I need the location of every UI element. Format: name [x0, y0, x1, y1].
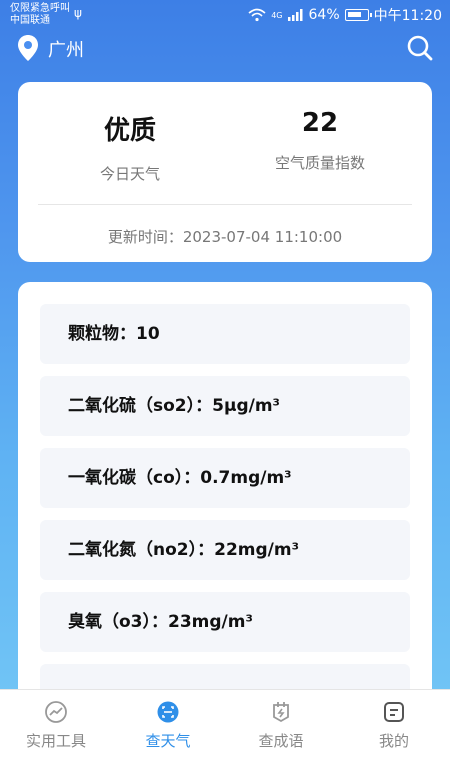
usb-icon: ψ [74, 6, 82, 20]
tab-label: 实用工具 [25, 732, 86, 750]
tab-weather[interactable]: 查天气 [112, 690, 224, 760]
pollutant-list: 颗粒物：10 二氧化硫（so2）：5μg/m³ 一氧化碳（co）：0.7mg/m… [18, 282, 432, 702]
list-item: 二氧化氮（no2）：22mg/m³ [40, 520, 410, 580]
profile-icon [384, 702, 404, 722]
chart-icon [45, 701, 67, 723]
city-name[interactable]: 广州 [48, 36, 84, 62]
list-item: 一氧化碳（co）：0.7mg/m³ [40, 448, 410, 508]
emergency-text: 仅限紧急呼叫 [10, 3, 70, 14]
aqi-label: 空气质量指数 [274, 154, 365, 172]
bottom-tab-bar: 实用工具 查天气 查成语 我的 [0, 689, 450, 760]
list-item: 颗粒物：10 [40, 304, 410, 364]
status-icons: 4G 64% 中午11:20 [248, 5, 442, 25]
tab-label: 我的 [378, 732, 409, 750]
status-bar: 仅限紧急呼叫 中国联通 ψ 4G 64% 中午11:20 [0, 0, 450, 30]
carrier-name: 中国联通 [10, 15, 50, 26]
tab-idiom[interactable]: 查成语 [225, 690, 337, 760]
quality-stat: 优质 今日天气 [30, 82, 230, 184]
list-item: 臭氧（o3）：23mg/m³ [40, 592, 410, 652]
search-icon[interactable] [406, 34, 434, 62]
quality-label: 今日天气 [99, 165, 160, 183]
quality-value: 优质 [103, 116, 156, 146]
tab-label: 查天气 [145, 732, 191, 750]
carrier-info: 仅限紧急呼叫 中国联通 [10, 3, 70, 27]
summary-divider [38, 204, 412, 205]
top-bar: 广州 [0, 30, 450, 66]
tab-label: 查成语 [258, 732, 304, 750]
tab-profile[interactable]: 我的 [338, 690, 450, 760]
update-time: 更新时间：2023-07-04 11:10:00 [107, 228, 343, 246]
signal-icon [287, 9, 303, 21]
weather-scan-icon [157, 701, 179, 723]
aqi-stat: 22 空气质量指数 [220, 82, 420, 173]
summary-card: 优质 今日天气 22 空气质量指数 更新时间：2023-07-04 11:10:… [18, 82, 432, 262]
location-pin-icon[interactable] [16, 34, 40, 62]
battery-percent: 64% [308, 7, 340, 23]
network-type: 4G [271, 10, 283, 20]
aqi-value: 22 [301, 108, 339, 138]
clock: 中午11:20 [373, 8, 442, 24]
list-item: 二氧化硫（so2）：5μg/m³ [40, 376, 410, 436]
wifi-icon [248, 8, 266, 22]
idiom-icon [273, 702, 289, 723]
battery-icon [344, 9, 372, 21]
tab-tools[interactable]: 实用工具 [0, 690, 112, 760]
